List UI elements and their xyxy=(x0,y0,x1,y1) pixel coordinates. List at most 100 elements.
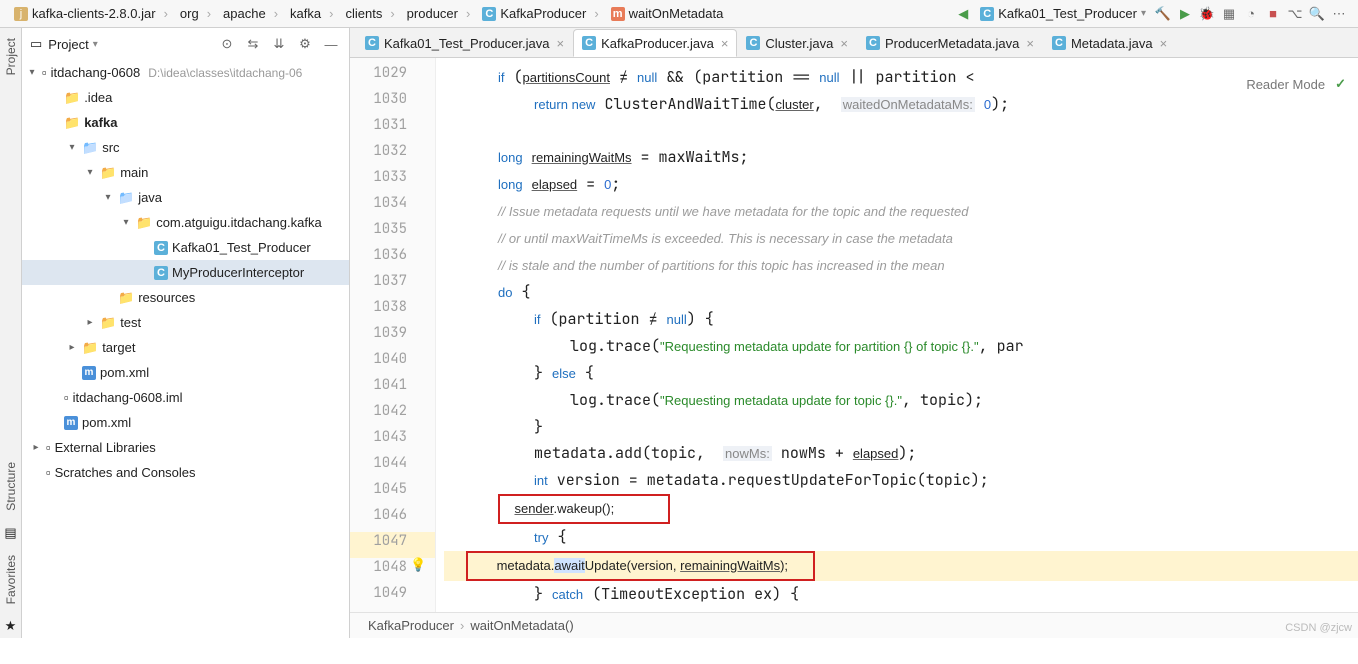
class-icon: C xyxy=(154,241,168,255)
line-number: 1032 xyxy=(350,142,435,168)
more-icon[interactable]: ⋯ xyxy=(1328,3,1350,25)
build-icon[interactable]: 🔨 xyxy=(1152,3,1174,25)
editor-tab[interactable]: CCluster.java× xyxy=(737,29,857,57)
project-tool-tab[interactable]: Project xyxy=(2,28,20,85)
tree-node[interactable]: mpom.xml xyxy=(22,360,349,385)
breadcrumb-item[interactable]: jkafka-clients-2.8.0.jar› xyxy=(8,6,174,21)
tree-node[interactable]: ▫itdachang-0608.iml xyxy=(22,385,349,410)
module-icon: ▫ xyxy=(42,65,47,80)
code-area[interactable]: 💡 10291030103110321033103410351036103710… xyxy=(350,58,1358,612)
coverage-icon[interactable]: ▦ xyxy=(1218,3,1240,25)
tree-node-label: java xyxy=(138,190,162,205)
tree-node[interactable]: 📁 kafka xyxy=(22,110,349,135)
gear-icon[interactable]: ⚙ xyxy=(295,34,315,54)
project-tree[interactable]: ▾ ▫ itdachang-0608 D:\idea\classes\itdac… xyxy=(22,60,349,638)
tree-node[interactable]: CMyProducerInterceptor xyxy=(22,260,349,285)
tree-node[interactable]: CKafka01_Test_Producer xyxy=(22,235,349,260)
folder-icon: 📁 xyxy=(64,115,80,131)
footer-method: waitOnMetadata() xyxy=(470,618,573,633)
close-icon[interactable]: × xyxy=(1160,36,1168,51)
tree-node[interactable]: 📁resources xyxy=(22,285,349,310)
project-root-path: D:\idea\classes\itdachang-06 xyxy=(148,66,302,80)
chevron-down-icon[interactable]: ▾ xyxy=(93,39,98,50)
left-tool-strip: Project Structure ▤ Favorites ★ xyxy=(0,28,22,638)
chevron-right-icon: › xyxy=(466,6,470,21)
close-icon[interactable]: × xyxy=(840,36,848,51)
expand-arrow-icon[interactable]: ▸ xyxy=(84,317,96,328)
breadcrumb-footer[interactable]: KafkaProducer › waitOnMetadata() xyxy=(350,612,1358,638)
tab-label: KafkaProducer.java xyxy=(601,36,714,51)
close-icon[interactable]: × xyxy=(1026,36,1034,51)
tree-node[interactable]: 📁.idea xyxy=(22,85,349,110)
breadcrumb-item[interactable]: CKafkaProducer› xyxy=(476,6,604,21)
back-icon[interactable]: ◀ xyxy=(952,3,974,25)
expand-arrow-icon[interactable]: ▾ xyxy=(66,142,78,153)
expand-arrow-icon[interactable]: ▾ xyxy=(26,67,38,78)
expand-arrow-icon[interactable]: ▾ xyxy=(84,167,96,178)
breadcrumb-item[interactable]: clients› xyxy=(339,6,400,21)
locate-icon[interactable]: ⊙ xyxy=(217,34,237,54)
expand-arrow-icon[interactable]: ▸ xyxy=(30,442,42,453)
expand-arrow-icon[interactable]: ▾ xyxy=(102,192,114,203)
tree-node[interactable]: ▸▫External Libraries xyxy=(22,435,349,460)
line-number: 1041 xyxy=(350,376,435,402)
tree-node-label: Scratches and Consoles xyxy=(55,465,196,480)
tree-node-label: src xyxy=(102,140,119,155)
code-content[interactable]: if (partitionsCount ≠ null && (partition… xyxy=(436,58,1358,612)
tab-label: Kafka01_Test_Producer.java xyxy=(384,36,550,51)
structure-tool-tab[interactable]: Structure xyxy=(2,452,20,521)
line-number: 1031 xyxy=(350,116,435,142)
jar-icon: j xyxy=(14,7,28,21)
footer-class: KafkaProducer xyxy=(368,618,454,633)
breadcrumb-item[interactable]: producer› xyxy=(401,6,477,21)
class-icon: C xyxy=(1052,36,1066,50)
collapse-icon[interactable]: ⇊ xyxy=(269,34,289,54)
tree-node[interactable]: ▸📁target xyxy=(22,335,349,360)
search-icon[interactable]: 🔍 xyxy=(1306,3,1328,25)
debug-icon[interactable]: 🐞 xyxy=(1196,3,1218,25)
favorites-tool-tab[interactable]: Favorites xyxy=(2,545,20,614)
method-icon: m xyxy=(611,7,625,21)
tab-label: ProducerMetadata.java xyxy=(885,36,1019,51)
folder-icon: 📁 xyxy=(82,140,98,156)
breadcrumb-item[interactable]: apache› xyxy=(217,6,284,21)
intention-bulb-icon[interactable]: 💡 xyxy=(410,557,426,573)
folder-icon: 📁 xyxy=(100,315,116,331)
stop-icon[interactable]: ■ xyxy=(1262,3,1284,25)
hide-icon[interactable]: — xyxy=(321,34,341,54)
top-toolbar: j kafka-clients-2.8.0.jar › org›apache›kafk… xyxy=(0,0,1358,28)
tree-node[interactable]: ▾ 📁 src xyxy=(22,135,349,160)
chevron-right-icon: › xyxy=(329,6,333,21)
tree-node[interactable]: ▾📁java xyxy=(22,185,349,210)
line-number: 1034 xyxy=(350,194,435,220)
editor-tab[interactable]: CProducerMetadata.java× xyxy=(857,29,1043,57)
expand-icon[interactable]: ⇆ xyxy=(243,34,263,54)
profile-icon[interactable]: ◔ xyxy=(1240,3,1262,25)
breadcrumb-item[interactable]: org› xyxy=(174,6,217,21)
breadcrumb-item[interactable]: m waitOnMetadata xyxy=(605,6,730,21)
editor-tab[interactable]: CKafkaProducer.java× xyxy=(573,29,737,57)
tree-node[interactable]: ▸📁test xyxy=(22,310,349,335)
reader-mode-toggle[interactable]: Reader Mode ✓ xyxy=(1246,76,1346,92)
close-icon[interactable]: × xyxy=(557,36,565,51)
tree-node[interactable]: ▾📁main xyxy=(22,160,349,185)
editor-tab[interactable]: C Metadata.java × xyxy=(1043,29,1176,57)
editor-tab[interactable]: CKafka01_Test_Producer.java× xyxy=(356,29,573,57)
breadcrumb-item[interactable]: kafka› xyxy=(284,6,339,21)
tree-node[interactable]: mpom.xml xyxy=(22,410,349,435)
tree-node[interactable]: ▫Scratches and Consoles xyxy=(22,460,349,485)
breadcrumb-label: kafka-clients-2.8.0.jar xyxy=(32,6,156,21)
tree-node[interactable]: ▾📁com.atguigu.itdachang.kafka xyxy=(22,210,349,235)
project-root[interactable]: ▾ ▫ itdachang-0608 D:\idea\classes\itdac… xyxy=(22,60,349,85)
breadcrumb-label: waitOnMetadata xyxy=(629,6,724,21)
expand-arrow-icon[interactable]: ▾ xyxy=(120,217,132,228)
check-icon: ✓ xyxy=(1335,76,1346,92)
expand-arrow-icon[interactable]: ▸ xyxy=(66,342,78,353)
breadcrumb-label: clients xyxy=(345,6,382,21)
close-icon[interactable]: × xyxy=(721,36,729,51)
run-icon[interactable]: ▶ xyxy=(1174,3,1196,25)
run-config-selector[interactable]: C Kafka01_Test_Producer ▾ xyxy=(974,6,1152,21)
tab-label: Metadata.java xyxy=(1071,36,1153,51)
tree-node-label: kafka xyxy=(84,115,117,130)
git-icon[interactable]: ⌥ xyxy=(1284,3,1306,25)
